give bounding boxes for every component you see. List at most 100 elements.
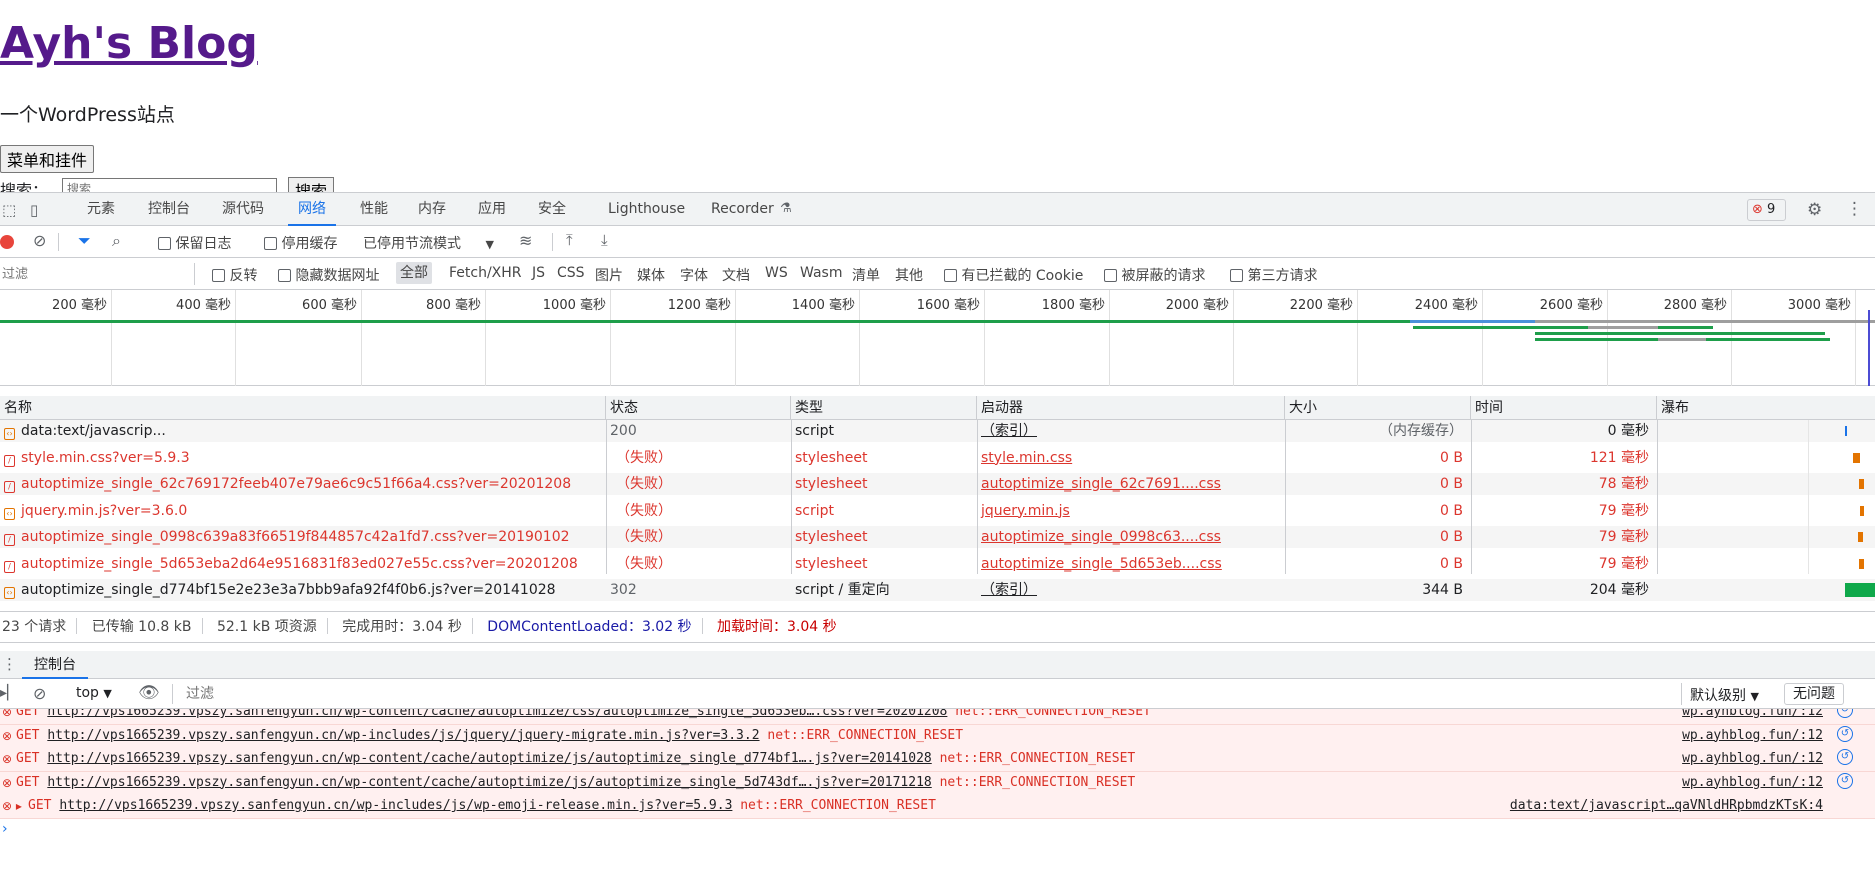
table-row[interactable]: / autoptimize_single_62c769172feeb407e79a… bbox=[0, 473, 1875, 495]
more-options-icon[interactable]: ⋮ bbox=[1846, 199, 1863, 219]
column-status[interactable]: 状态 bbox=[606, 396, 791, 420]
source-location-link[interactable]: wp.ayhblog.fun/:12 bbox=[1682, 725, 1823, 747]
clear-icon[interactable]: ⊘ bbox=[33, 231, 46, 250]
tab-console[interactable]: 控制台 bbox=[148, 193, 190, 226]
console-filter-input[interactable] bbox=[182, 683, 1682, 705]
console-error-message[interactable]: ⊗ GET http://vps1665239.vpszy.sanfengyun.… bbox=[0, 709, 1875, 725]
column-time[interactable]: 时间 bbox=[1471, 396, 1657, 420]
column-size[interactable]: 大小 bbox=[1285, 396, 1471, 420]
reveal-in-network-icon[interactable]: ↺ bbox=[1837, 772, 1853, 789]
request-name-cell[interactable]: ‹› jquery.min.js?ver=3.6.0 bbox=[0, 500, 606, 522]
request-initiator[interactable]: autoptimize_single_62c7691....css bbox=[977, 473, 1285, 495]
column-name[interactable]: 名称 bbox=[0, 396, 606, 420]
hide-data-urls-checkbox[interactable]: 隐藏数据网址 bbox=[278, 265, 379, 285]
console-prompt-icon[interactable]: › bbox=[2, 821, 8, 837]
issues-button[interactable]: 无问题 bbox=[1784, 683, 1844, 705]
console-error-message[interactable]: ⊗ ▸ GET http://vps1665239.vpszy.sanfengyu… bbox=[0, 795, 1875, 819]
network-filter-input[interactable] bbox=[0, 263, 195, 285]
import-har-icon[interactable]: ⤒ bbox=[566, 231, 573, 249]
drawer-menu-icon[interactable]: ⋮ bbox=[2, 655, 17, 673]
type-filter-manifest[interactable]: 清单 bbox=[852, 265, 880, 285]
blocked-requests-checkbox[interactable]: 被屏蔽的请求 bbox=[1104, 265, 1205, 285]
network-overview-timeline[interactable]: 200 毫秒 400 毫秒 600 毫秒 800 毫秒 1000 毫秒 1200… bbox=[0, 290, 1875, 386]
search-button[interactable]: 搜索 bbox=[288, 177, 335, 192]
error-count-badge[interactable]: ⊗ 9 bbox=[1747, 199, 1786, 221]
source-location-link[interactable]: data:text/javascript…qaVNldHRpbmdzKTsK:4 bbox=[1510, 795, 1823, 817]
request-name-cell[interactable]: / autoptimize_single_62c769172feeb407e79a… bbox=[0, 473, 606, 495]
drawer-tab-console[interactable]: 控制台 bbox=[22, 651, 88, 679]
type-filter-fetch[interactable]: Fetch/XHR bbox=[449, 265, 522, 281]
context-select[interactable]: top ▼ bbox=[76, 685, 112, 701]
console-error-message[interactable]: ⊗ GET http://vps1665239.vpszy.sanfengyun.… bbox=[0, 748, 1875, 772]
console-clear-icon[interactable]: ⊘ bbox=[33, 684, 46, 703]
request-url-link[interactable]: http://vps1665239.vpszy.sanfengyun.cn/wp… bbox=[47, 709, 947, 719]
type-filter-img[interactable]: 图片 bbox=[595, 265, 623, 285]
tab-memory[interactable]: 内存 bbox=[418, 193, 446, 226]
request-name-cell[interactable]: ‹› data:text/javascrip... bbox=[0, 420, 606, 442]
table-row[interactable]: ‹› jquery.min.js?ver=3.6.0 （失败） script jquer… bbox=[0, 500, 1875, 522]
type-filter-media[interactable]: 媒体 bbox=[637, 265, 665, 285]
menu-widgets-button[interactable]: 菜单和挂件 bbox=[0, 145, 95, 173]
table-row[interactable]: ‹› autoptimize_single_d774bf15e2e23e3a7bb… bbox=[0, 579, 1875, 601]
tab-recorder[interactable]: Recorder bbox=[711, 193, 774, 226]
blocked-cookies-checkbox[interactable]: 有已拦截的 Cookie bbox=[944, 265, 1083, 285]
request-initiator[interactable]: （索引） bbox=[977, 420, 1285, 442]
tab-lighthouse[interactable]: Lighthouse bbox=[608, 193, 685, 226]
request-url-link[interactable]: http://vps1665239.vpszy.sanfengyun.cn/wp… bbox=[47, 728, 759, 743]
type-filter-font[interactable]: 字体 bbox=[680, 265, 708, 285]
reveal-in-network-icon[interactable]: ↺ bbox=[1837, 749, 1853, 765]
tab-performance[interactable]: 性能 bbox=[360, 193, 388, 226]
invert-checkbox[interactable]: 反转 bbox=[212, 265, 257, 285]
request-name-cell[interactable]: / autoptimize_single_5d653eba2d64e9516831… bbox=[0, 553, 606, 575]
search-input[interactable] bbox=[62, 178, 277, 192]
request-url-link[interactable]: http://vps1665239.vpszy.sanfengyun.cn/wp… bbox=[47, 775, 931, 790]
filter-icon[interactable]: ⏷ bbox=[78, 231, 91, 251]
source-location-link[interactable]: wp.ayhblog.fun/:12 bbox=[1682, 772, 1823, 794]
type-filter-wasm[interactable]: Wasm bbox=[800, 265, 842, 281]
tab-elements[interactable]: 元素 bbox=[87, 193, 115, 226]
disable-cache-checkbox[interactable]: 停用缓存 bbox=[264, 233, 337, 253]
type-filter-js[interactable]: JS bbox=[532, 265, 545, 281]
source-location-link[interactable]: wp.ayhblog.fun/:12 bbox=[1682, 748, 1823, 770]
table-row[interactable]: / autoptimize_single_0998c639a83f66519f84… bbox=[0, 526, 1875, 548]
export-har-icon[interactable]: ⤓ bbox=[601, 231, 608, 249]
console-sidebar-icon[interactable]: ▸▏ bbox=[0, 685, 18, 701]
table-row[interactable]: / autoptimize_single_5d653eba2d64e9516831… bbox=[0, 553, 1875, 575]
type-filter-other[interactable]: 其他 bbox=[895, 265, 923, 285]
third-party-checkbox[interactable]: 第三方请求 bbox=[1230, 265, 1317, 285]
console-error-message[interactable]: ⊗ GET http://vps1665239.vpszy.sanfengyun.… bbox=[0, 724, 1875, 749]
search-icon[interactable]: ⌕ bbox=[112, 231, 121, 251]
request-initiator[interactable]: （索引） bbox=[977, 579, 1285, 601]
request-url-link[interactable]: http://vps1665239.vpszy.sanfengyun.cn/wp… bbox=[59, 798, 732, 813]
column-type[interactable]: 类型 bbox=[791, 396, 977, 420]
column-waterfall[interactable]: 瀑布 bbox=[1657, 396, 1875, 420]
request-initiator[interactable]: style.min.css bbox=[977, 447, 1285, 469]
live-expression-eye-icon[interactable]: 👁 bbox=[138, 683, 160, 703]
table-row[interactable]: ‹› data:text/javascrip... 200 script （索引） （内存… bbox=[0, 420, 1875, 442]
type-filter-ws[interactable]: WS bbox=[765, 265, 788, 281]
record-icon[interactable] bbox=[0, 235, 14, 249]
reveal-in-network-icon[interactable]: ↺ bbox=[1837, 709, 1853, 718]
tab-sources[interactable]: 源代码 bbox=[222, 193, 264, 226]
request-initiator[interactable]: autoptimize_single_5d653eb....css bbox=[977, 553, 1285, 575]
console-error-message[interactable]: ⊗ GET http://vps1665239.vpszy.sanfengyun.… bbox=[0, 771, 1875, 796]
inspect-element-icon[interactable]: ⬚ bbox=[2, 201, 16, 219]
settings-gear-icon[interactable]: ⚙ bbox=[1807, 200, 1822, 220]
network-conditions-icon[interactable]: ≋ bbox=[519, 231, 532, 250]
column-initiator[interactable]: 启动器 bbox=[977, 396, 1285, 420]
type-filter-all[interactable]: 全部 bbox=[396, 262, 432, 284]
log-level-select[interactable]: 默认级别 ▼ bbox=[1690, 685, 1759, 705]
source-location-link[interactable]: wp.ayhblog.fun/:12 bbox=[1682, 709, 1823, 723]
tab-application[interactable]: 应用 bbox=[478, 193, 506, 226]
request-name-cell[interactable]: / autoptimize_single_0998c639a83f66519f84… bbox=[0, 526, 606, 548]
request-initiator[interactable]: jquery.min.js bbox=[977, 500, 1285, 522]
request-name-cell[interactable]: / style.min.css?ver=5.9.3 bbox=[0, 447, 606, 469]
request-name-cell[interactable]: ‹› autoptimize_single_d774bf15e2e23e3a7bb… bbox=[0, 579, 606, 601]
type-filter-css[interactable]: CSS bbox=[557, 265, 585, 281]
tab-security[interactable]: 安全 bbox=[538, 193, 566, 226]
table-row[interactable]: / style.min.css?ver=5.9.3 （失败） stylesheet st… bbox=[0, 447, 1875, 469]
device-toolbar-icon[interactable]: ▯ bbox=[30, 201, 38, 219]
type-filter-doc[interactable]: 文档 bbox=[722, 265, 750, 285]
blog-title-link[interactable]: Ayh's Blog bbox=[0, 18, 258, 69]
reveal-in-network-icon[interactable]: ↺ bbox=[1837, 725, 1853, 742]
